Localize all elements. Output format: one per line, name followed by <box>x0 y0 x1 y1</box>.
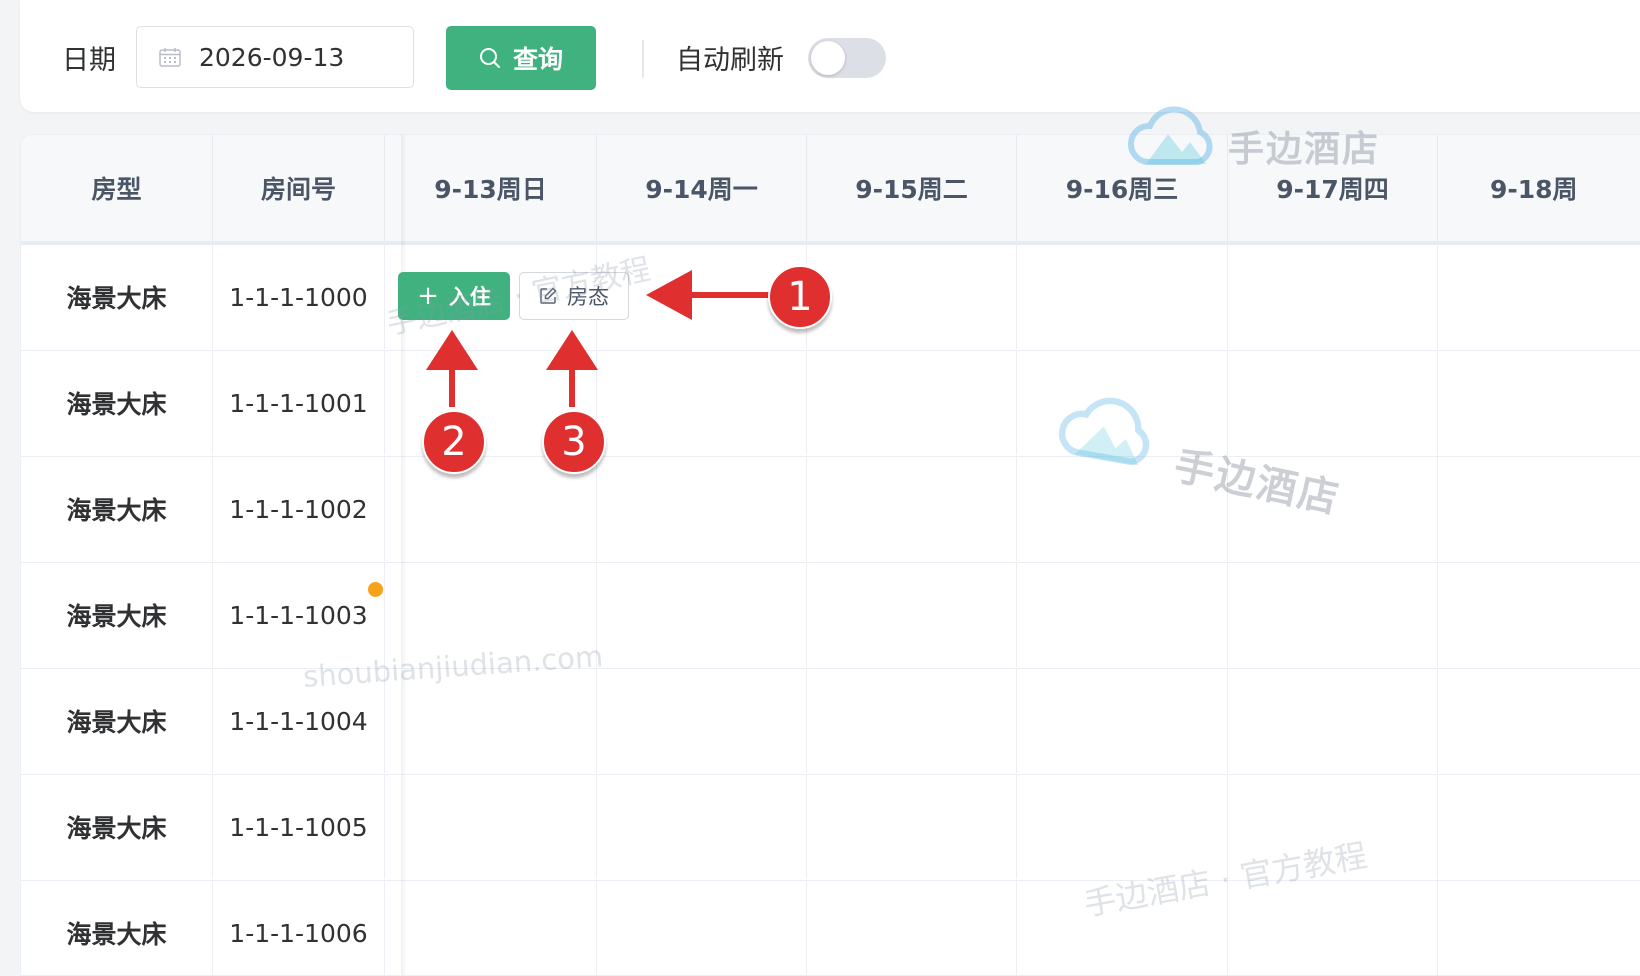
table-row: 海景大床 1-1-1-1002 <box>21 457 1640 563</box>
room-type-cell: 海景大床 <box>21 881 213 975</box>
date-cell[interactable] <box>1228 669 1438 773</box>
room-number-cell[interactable]: 1-1-1-1001 <box>213 351 385 455</box>
date-cell[interactable] <box>597 775 807 879</box>
room-type-cell: 海景大床 <box>21 775 213 879</box>
table-row: 海景大床 1-1-1-1003 <box>21 563 1640 669</box>
table-row: 海景大床 1-1-1-1001 <box>21 351 1640 457</box>
header-date-0: 9-13周日 <box>385 135 597 241</box>
date-cell[interactable] <box>385 775 597 879</box>
status-dot <box>368 582 383 597</box>
query-button-label: 查询 <box>512 45 563 74</box>
date-cell[interactable] <box>807 457 1017 561</box>
date-cell[interactable] <box>807 669 1017 773</box>
date-cell[interactable] <box>1438 351 1640 455</box>
date-cell[interactable] <box>807 563 1017 667</box>
date-cell[interactable] <box>1228 245 1438 349</box>
date-input-field[interactable] <box>199 43 399 72</box>
calendar-icon <box>159 48 181 67</box>
date-cell[interactable] <box>1438 245 1640 349</box>
date-cell[interactable] <box>385 881 597 975</box>
header-room-number: 房间号 <box>213 135 385 241</box>
date-cell[interactable] <box>597 669 807 773</box>
date-cell[interactable] <box>807 245 1017 349</box>
date-cell[interactable] <box>1438 457 1640 561</box>
date-cell[interactable] <box>1017 351 1228 455</box>
annotation-badge-3: 3 <box>542 410 606 474</box>
room-type-cell: 海景大床 <box>21 245 213 349</box>
date-cell[interactable] <box>807 881 1017 975</box>
checkin-button-label: 入住 <box>448 285 491 309</box>
header-date-3: 9-16周三 <box>1017 135 1228 241</box>
table-row: 海景大床 1-1-1-1004 <box>21 669 1640 775</box>
table-row: 海景大床 1-1-1-1006 <box>21 881 1640 975</box>
date-cell[interactable] <box>1438 775 1640 879</box>
date-cell[interactable] <box>1017 563 1228 667</box>
header-date-1: 9-14周一 <box>597 135 807 241</box>
date-cell[interactable] <box>1228 775 1438 879</box>
date-cell[interactable] <box>1017 775 1228 879</box>
date-cell[interactable] <box>1438 669 1640 773</box>
date-label: 日期 <box>62 45 116 76</box>
room-number-cell[interactable]: 1-1-1-1000 <box>213 245 385 349</box>
header-date-4: 9-17周四 <box>1228 135 1438 241</box>
auto-refresh-label: 自动刷新 <box>676 45 784 76</box>
search-icon <box>479 48 500 68</box>
room-number-cell[interactable]: 1-1-1-1006 <box>213 881 385 975</box>
room-number-cell[interactable]: 1-1-1-1003 <box>213 563 385 667</box>
date-cell[interactable] <box>1017 457 1228 561</box>
date-cell[interactable] <box>385 563 597 667</box>
date-cell[interactable] <box>597 563 807 667</box>
annotation-badge-1: 1 <box>768 265 832 329</box>
room-type-cell: 海景大床 <box>21 457 213 561</box>
room-number-cell[interactable]: 1-1-1-1002 <box>213 457 385 561</box>
date-cell[interactable] <box>597 881 807 975</box>
room-status-button[interactable]: 房态 <box>519 272 629 320</box>
date-cell[interactable] <box>1228 563 1438 667</box>
date-cell[interactable] <box>807 775 1017 879</box>
date-cell[interactable] <box>597 457 807 561</box>
date-cell[interactable] <box>1017 669 1228 773</box>
date-cell[interactable] <box>1017 245 1228 349</box>
checkin-button[interactable]: + 入住 <box>398 272 510 320</box>
date-cell[interactable] <box>1017 881 1228 975</box>
room-number-cell[interactable]: 1-1-1-1005 <box>213 775 385 879</box>
date-cell[interactable] <box>1228 351 1438 455</box>
date-picker[interactable] <box>136 26 414 88</box>
table-row: 海景大床 1-1-1-1005 <box>21 775 1640 881</box>
annotation-badge-2: 2 <box>422 410 486 474</box>
grid-header: 房型 房间号 9-13周日 9-14周一 9-15周二 9-16周三 9-17周… <box>21 135 1640 245</box>
query-button[interactable]: 查询 <box>446 26 596 90</box>
room-status-button-label: 房态 <box>567 285 609 309</box>
auto-refresh-toggle[interactable] <box>808 38 886 78</box>
room-type-cell: 海景大床 <box>21 669 213 773</box>
header-date-2: 9-15周二 <box>807 135 1017 241</box>
date-cell[interactable] <box>1438 881 1640 975</box>
edit-icon <box>540 287 557 304</box>
toolbar-divider <box>642 40 644 78</box>
date-cell[interactable] <box>385 669 597 773</box>
date-cell[interactable] <box>1228 457 1438 561</box>
toggle-knob <box>811 41 845 75</box>
date-cell[interactable] <box>1228 881 1438 975</box>
date-cell[interactable] <box>1438 563 1640 667</box>
plus-icon: + <box>417 281 439 311</box>
header-date-5: 9-18周 <box>1438 135 1640 241</box>
date-cell[interactable] <box>807 351 1017 455</box>
header-room-type: 房型 <box>21 135 213 241</box>
room-type-cell: 海景大床 <box>21 351 213 455</box>
date-cell[interactable] <box>597 351 807 455</box>
room-calendar-grid: 房型 房间号 9-13周日 9-14周一 9-15周二 9-16周三 9-17周… <box>20 134 1640 976</box>
room-type-cell: 海景大床 <box>21 563 213 667</box>
room-number-cell[interactable]: 1-1-1-1004 <box>213 669 385 773</box>
